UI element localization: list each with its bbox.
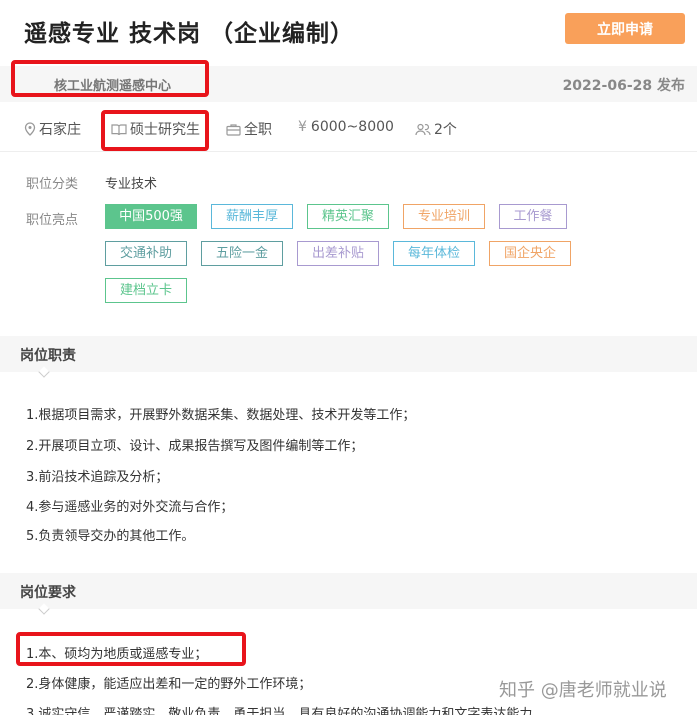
highlight-box-requirement: [16, 632, 246, 666]
tag-training: 专业培训: [403, 204, 485, 229]
duty-item: 4.参与遥感业务的对外交流与合作；: [26, 500, 234, 515]
tag-soe: 国企央企: [489, 241, 571, 266]
apply-button[interactable]: 立即申请: [565, 13, 685, 44]
salary-text: 6000~8000: [310, 119, 394, 135]
headcount-item: 2个: [415, 119, 457, 139]
location-text: 石家庄: [39, 122, 81, 138]
requirement-item: 3.诚实守信，严谨踏实，敬业负责，勇于担当，具有良好的沟通协调能力和文字表达能力: [26, 707, 533, 715]
duty-item: 2.开展项目立项、设计、成果报告撰写及图件编制等工作；: [26, 439, 364, 454]
job-title: 遥感专业 技术岗 （企业编制）: [24, 21, 355, 47]
requirements-title: 岗位要求: [20, 585, 76, 601]
category-value: 专业技术: [105, 177, 158, 192]
salary-item: ¥6000~8000: [298, 119, 394, 135]
tag-elite: 精英汇聚: [307, 204, 389, 229]
tag-transport: 交通补助: [105, 241, 187, 266]
duties-section-header: 岗位职责: [0, 336, 697, 372]
requirement-item: 2.身体健康，能适应出差和一定的野外工作环境；: [26, 677, 312, 692]
publish-date: 2022-06-28: [562, 78, 653, 94]
publish-info: 2022-06-28 发布: [563, 75, 685, 95]
job-type-item: 全职: [226, 119, 272, 139]
headcount-text: 2个: [434, 122, 457, 138]
briefcase-icon: [226, 124, 241, 136]
highlight-box-degree: [101, 110, 209, 151]
tag-travel-allowance: 出差补贴: [297, 241, 379, 266]
yen-icon: ¥: [298, 119, 307, 135]
tag-insurance: 五险一金: [201, 241, 283, 266]
duty-item: 1.根据项目需求，开展野外数据采集、数据处理、技术开发等工作；: [26, 408, 416, 423]
location-item: 石家庄: [24, 119, 81, 139]
tag-high-salary: 薪酬丰厚: [211, 204, 293, 229]
duty-item: 3.前沿技术追踪及分析；: [26, 470, 169, 485]
highlight-box-org: [11, 60, 209, 97]
job-header: 遥感专业 技术岗 （企业编制） 立即申请: [0, 0, 697, 62]
publish-suffix: 发布: [657, 78, 685, 94]
tag-checkup: 每年体检: [393, 241, 475, 266]
people-icon: [415, 123, 431, 136]
location-pin-icon: [24, 122, 36, 136]
tag-registration: 建档立卡: [105, 278, 187, 303]
watermark: 知乎 @唐老师就业说: [499, 680, 667, 701]
tag-meals: 工作餐: [499, 204, 567, 229]
job-type-text: 全职: [244, 122, 272, 138]
category-label: 职位分类: [26, 177, 79, 192]
duty-item: 5.负责领导交办的其他工作。: [26, 529, 195, 544]
requirements-section-header: 岗位要求: [0, 573, 697, 609]
tag-fortune500: 中国500强: [105, 204, 197, 229]
highlights-label: 职位亮点: [26, 213, 79, 228]
duties-title: 岗位职责: [20, 348, 76, 364]
